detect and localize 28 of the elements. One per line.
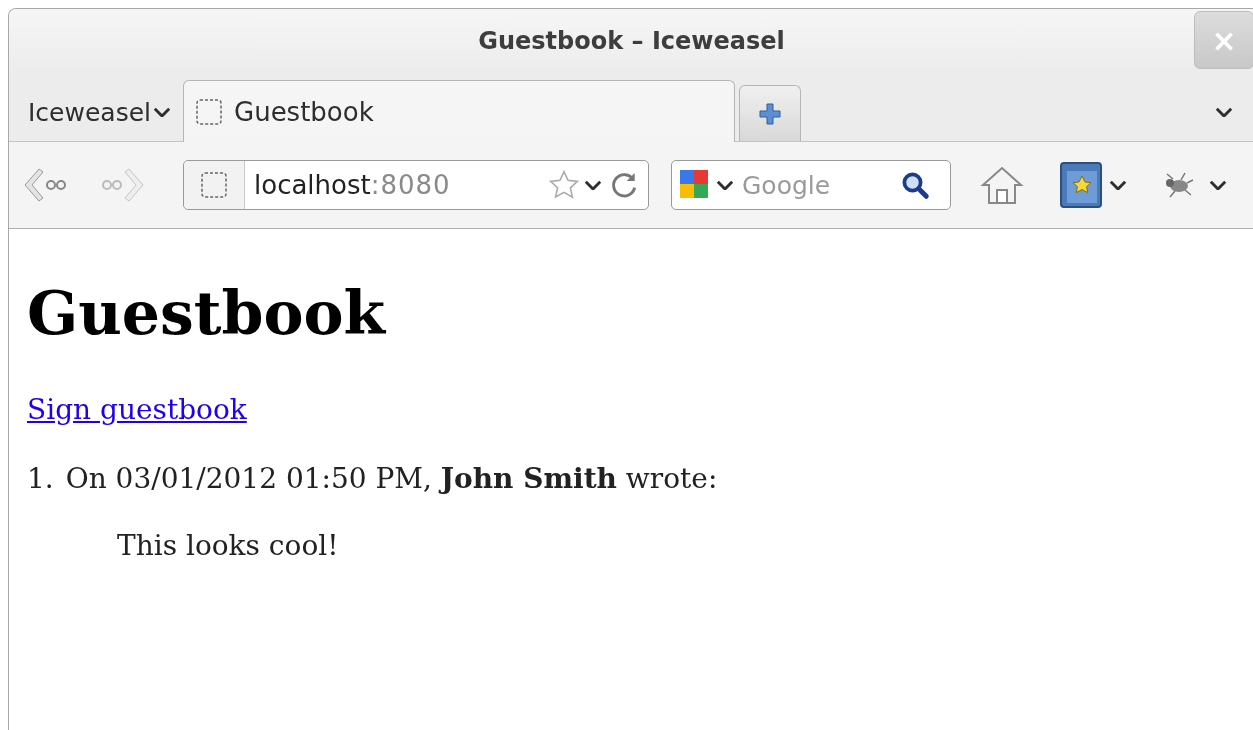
search-icon[interactable] <box>900 170 930 200</box>
sign-guestbook-link[interactable]: Sign guestbook <box>27 393 247 426</box>
search-field[interactable]: Google <box>738 170 896 200</box>
dropdown-icon <box>716 179 734 191</box>
window-title: Guestbook – Iceweasel <box>478 27 785 55</box>
page-icon <box>201 172 227 198</box>
url-host-text: localhost <box>254 170 371 200</box>
star-icon[interactable] <box>548 169 580 201</box>
dropdown-icon <box>1209 179 1227 191</box>
book-icon <box>1059 161 1103 209</box>
entry-message: This looks cool! <box>117 529 340 562</box>
chevron-down-icon <box>153 106 171 118</box>
new-tab-button[interactable] <box>739 85 801 141</box>
url-bar[interactable]: localhost:8080 <box>183 160 649 210</box>
search-bar[interactable]: Google <box>671 160 951 210</box>
dropdown-icon <box>1109 179 1127 191</box>
dropdown-icon <box>584 179 602 191</box>
browser-tab[interactable]: Guestbook <box>183 80 735 142</box>
plus-icon <box>757 100 783 127</box>
app-menu-button[interactable]: Iceweasel <box>9 83 183 141</box>
entry-number: 1. <box>27 462 54 495</box>
bookmarks-button[interactable] <box>1059 161 1127 209</box>
site-identity-button[interactable] <box>184 161 245 209</box>
chevron-down-icon <box>1215 106 1233 118</box>
entry-header: On 03/01/2012 01:50 PM, John Smith wrote: <box>65 462 718 495</box>
page-heading: Guestbook <box>27 277 387 349</box>
url-port-text: :8080 <box>370 170 451 200</box>
page-icon <box>196 98 222 125</box>
